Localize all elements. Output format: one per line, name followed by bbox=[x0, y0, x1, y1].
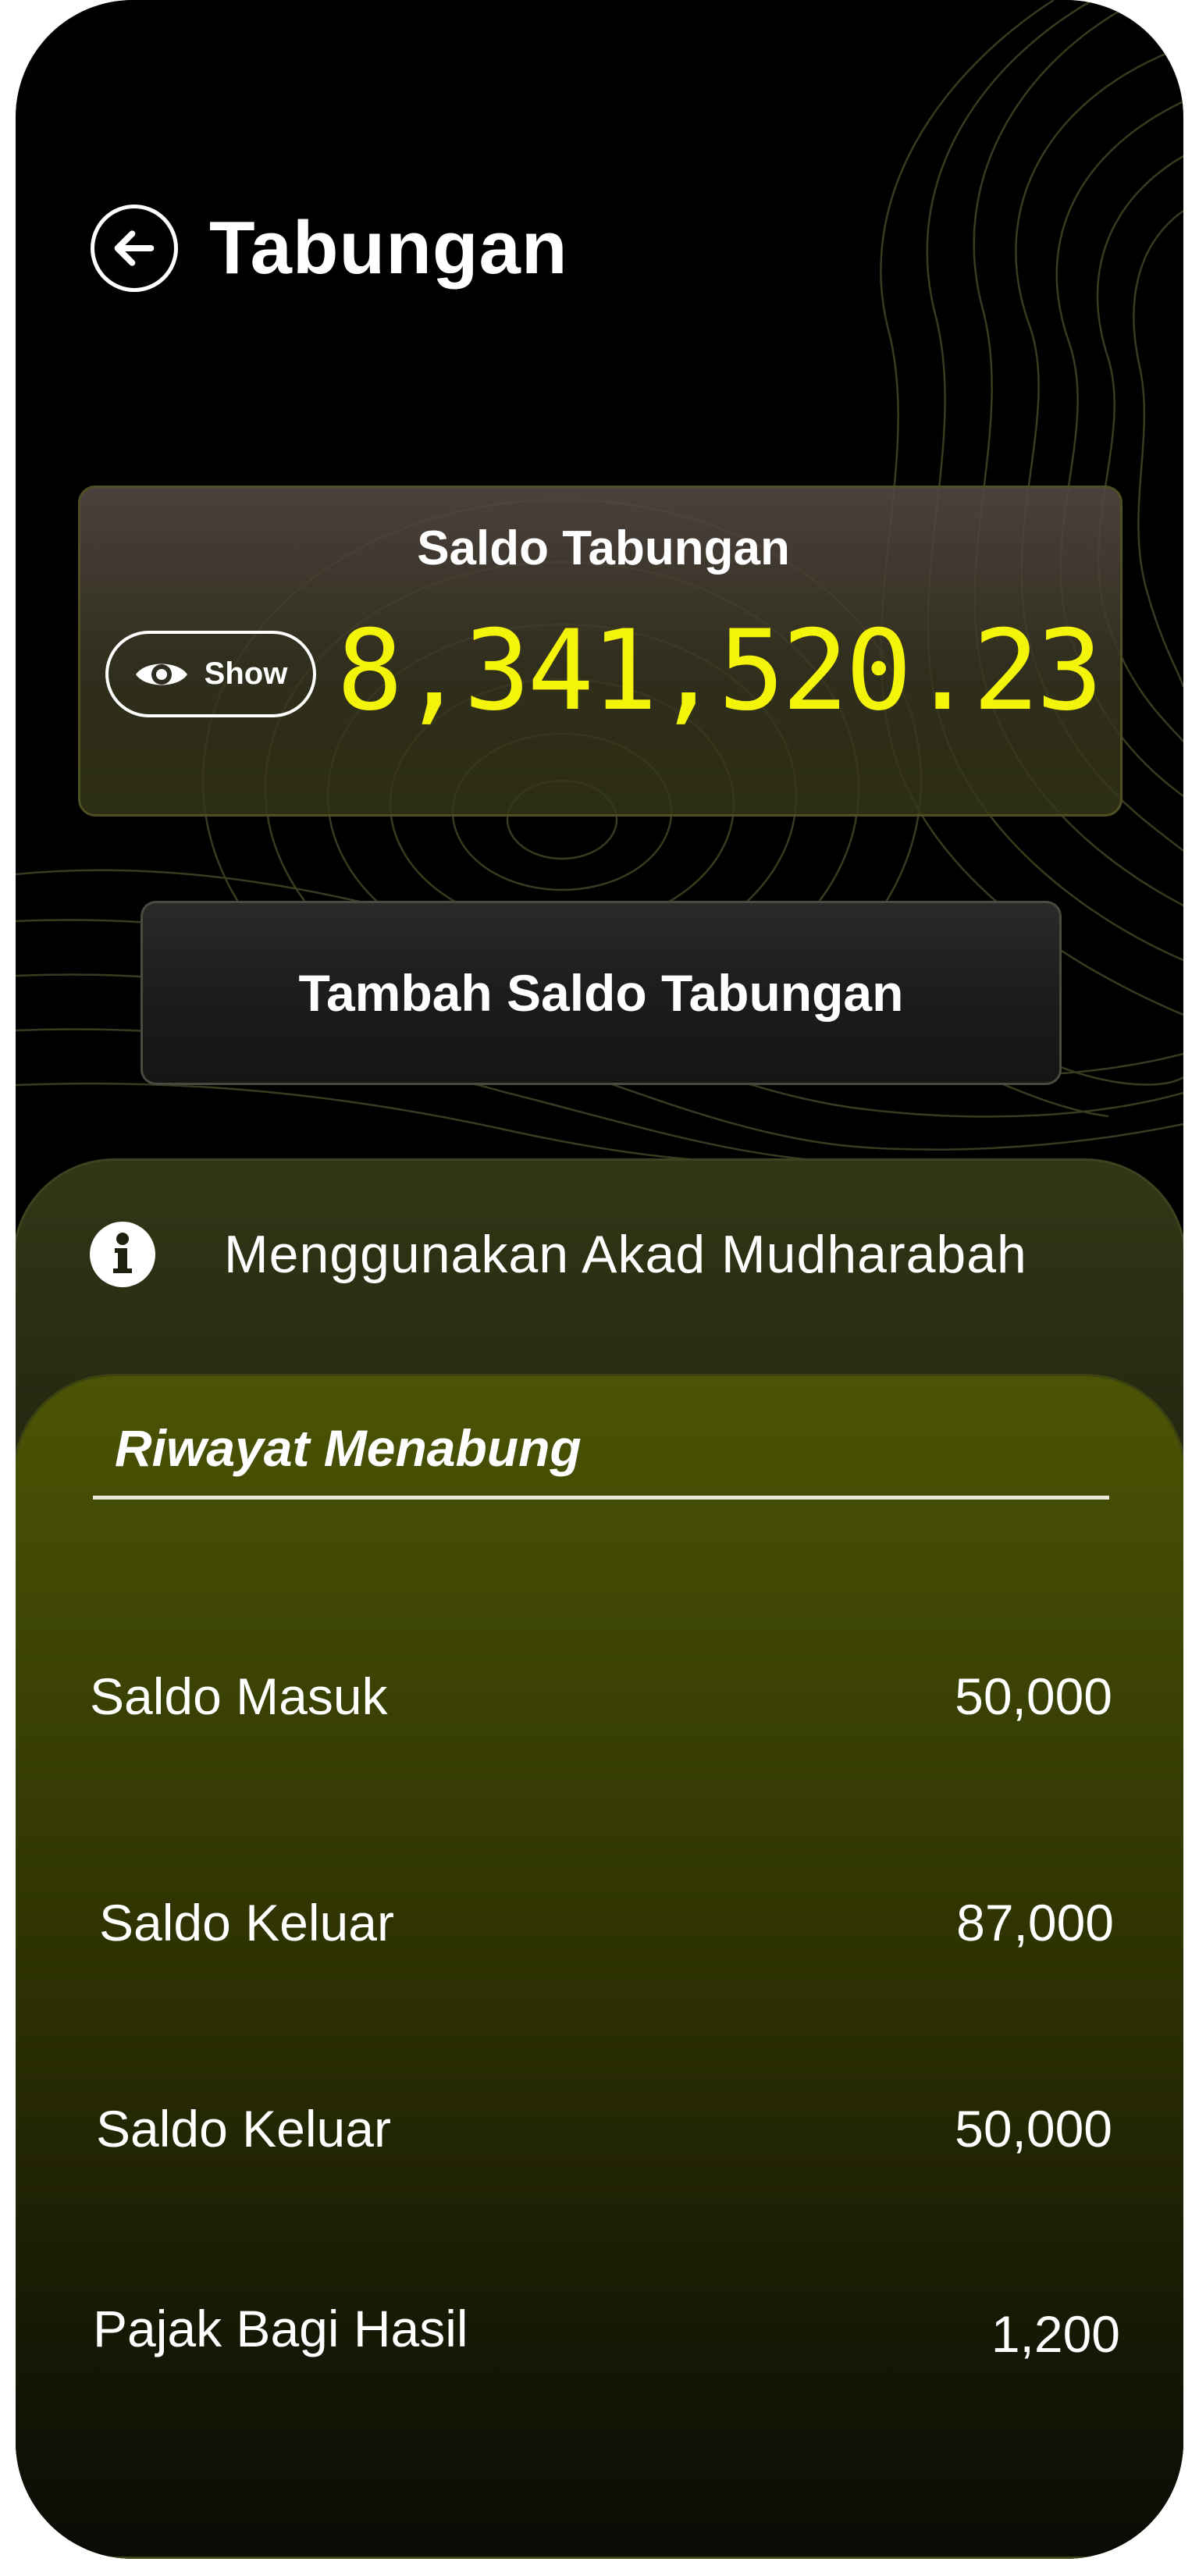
balance-amount: 8,341,520.23 bbox=[336, 607, 1103, 735]
history-row[interactable]: Saldo Keluar 50,000 bbox=[96, 2090, 1112, 2168]
add-savings-button[interactable]: Tambah Saldo Tabungan bbox=[141, 901, 1062, 1085]
eye-icon bbox=[135, 664, 187, 685]
history-row-label: Pajak Bagi Hasil bbox=[93, 2300, 468, 2357]
balance-card: Saldo Tabungan Show 8,341,520.23 bbox=[78, 486, 1123, 817]
info-icon bbox=[90, 1222, 155, 1287]
history-row-label: Saldo Keluar bbox=[96, 2100, 391, 2158]
history-row-amount: 50,000 bbox=[955, 1667, 1112, 1725]
arrow-left-icon bbox=[114, 230, 155, 266]
page-title: Tabungan bbox=[209, 206, 568, 290]
balance-label: Saldo Tabungan bbox=[417, 521, 790, 575]
history-row[interactable]: Saldo Masuk 50,000 bbox=[90, 1657, 1112, 1735]
history-row[interactable]: Saldo Keluar 87,000 bbox=[99, 1884, 1114, 1962]
page-header: Tabungan bbox=[91, 181, 568, 315]
show-label: Show bbox=[204, 656, 288, 691]
show-balance-toggle[interactable]: Show bbox=[105, 631, 316, 717]
history-row-label: Saldo Masuk bbox=[90, 1667, 388, 1725]
history-divider bbox=[93, 1496, 1109, 1500]
history-row-amount: 87,000 bbox=[956, 1894, 1114, 1952]
history-title: Riwayat Menabung bbox=[115, 1419, 582, 1477]
history-row-label: Saldo Keluar bbox=[99, 1894, 394, 1952]
history-row-amount: 1,200 bbox=[991, 2305, 1120, 2363]
history-row[interactable]: Pajak Bagi Hasil 1,200 bbox=[93, 2290, 1120, 2368]
history-row-amount: 50,000 bbox=[955, 2100, 1112, 2158]
back-button[interactable] bbox=[91, 205, 178, 292]
akad-info-text: Menggunakan Akad Mudharabah bbox=[224, 1225, 1027, 1284]
phone-screen: Tabungan Saldo Tabungan Show 8,341,520.2… bbox=[16, 0, 1183, 2559]
savings-history-panel: Riwayat Menabung Saldo Masuk 50,000 Sald… bbox=[16, 1374, 1183, 2559]
